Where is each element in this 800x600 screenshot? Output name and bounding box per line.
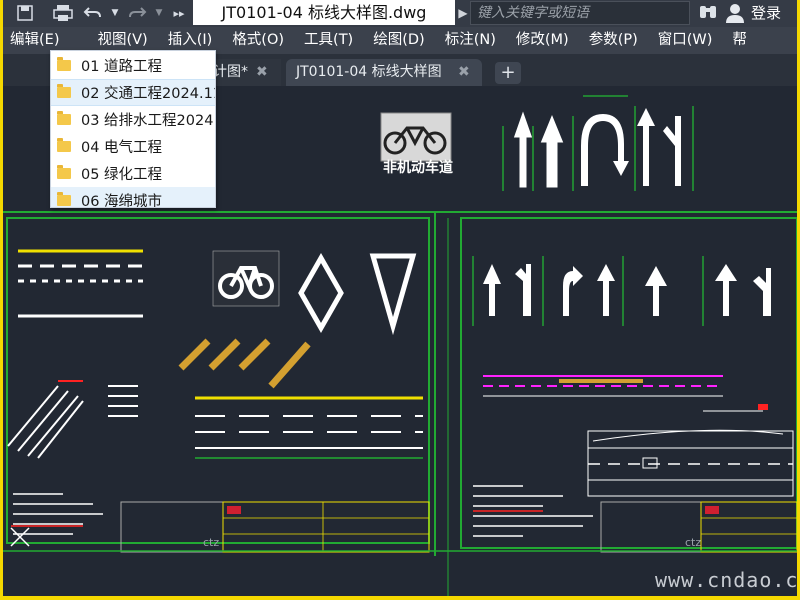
menu-tools[interactable]: 工具(T) bbox=[294, 27, 363, 54]
menu-help[interactable]: 帮 bbox=[722, 27, 757, 54]
user-icon[interactable] bbox=[725, 2, 745, 24]
login-link[interactable]: 登录 bbox=[751, 2, 781, 24]
folder-icon bbox=[57, 192, 71, 206]
top-arrow-markings bbox=[513, 108, 681, 188]
more-icon[interactable]: ▸▸ bbox=[167, 3, 191, 23]
folder-item-road[interactable]: 01 道路工程 bbox=[51, 52, 215, 79]
title-block-left bbox=[120, 501, 430, 553]
diagonal-hatch-marking bbox=[178, 338, 311, 389]
magenta-lane-lines bbox=[483, 375, 723, 397]
menu-dimension[interactable]: 标注(N) bbox=[435, 27, 506, 54]
folder-icon bbox=[57, 57, 71, 71]
tab-marking-detail[interactable]: JT0101-04 标线大样图 ✖ bbox=[286, 59, 482, 86]
print-icon[interactable] bbox=[51, 3, 75, 23]
autocad-window: ▼ ▼ ▸▸ JT0101-04 标线大样图.dwg ▶ 键入关键字或短语 登录… bbox=[3, 0, 797, 596]
lane-line-samples bbox=[18, 249, 143, 318]
add-tab-button[interactable]: + bbox=[495, 62, 521, 84]
folder-label: 01 道路工程 bbox=[81, 59, 163, 75]
diamond-marking bbox=[298, 252, 344, 334]
menu-format[interactable]: 格式(O) bbox=[222, 27, 294, 54]
road-section-right bbox=[587, 404, 794, 497]
folder-dropdown: 01 道路工程 02 交通工程2024.11 03 给排水工程2024.11 0… bbox=[50, 50, 216, 208]
binoculars-icon[interactable] bbox=[698, 3, 718, 23]
close-icon[interactable]: ✖ bbox=[256, 59, 268, 86]
bike-lane-label: 非机动车道 bbox=[383, 160, 453, 176]
redo-icon[interactable] bbox=[125, 3, 149, 23]
undo-icon[interactable] bbox=[81, 3, 105, 23]
close-icon[interactable]: ✖ bbox=[458, 59, 470, 86]
bike-symbol-large bbox=[212, 250, 280, 307]
dimension-lines bbox=[502, 95, 694, 191]
tab-label: 计图* bbox=[213, 64, 248, 80]
menu-parameters[interactable]: 参数(P) bbox=[579, 27, 648, 54]
folder-icon bbox=[57, 165, 71, 179]
folder-label: 05 绿化工程 bbox=[81, 167, 163, 183]
folder-label: 02 交通工程2024.11 bbox=[81, 86, 216, 102]
tab-label: JT0101-04 标线大样图 bbox=[296, 64, 442, 80]
folder-label: 04 电气工程 bbox=[81, 140, 163, 156]
ctz-label: ctz bbox=[203, 536, 220, 549]
folder-item-electrical[interactable]: 04 电气工程 bbox=[51, 133, 215, 160]
title-bar: ▼ ▼ ▸▸ JT0101-04 标线大样图.dwg ▶ 键入关键字或短语 登录 bbox=[3, 0, 797, 27]
crosswalk-left bbox=[7, 385, 138, 459]
notes-left bbox=[13, 493, 103, 535]
folder-item-greening[interactable]: 05 绿化工程 bbox=[51, 160, 215, 187]
document-title: JT0101-04 标线大样图.dwg bbox=[193, 0, 455, 25]
menu-draw[interactable]: 绘图(D) bbox=[363, 27, 434, 54]
bike-lane-sign bbox=[380, 112, 452, 162]
watermark: www.cndao.com bbox=[655, 568, 797, 592]
folder-icon bbox=[57, 138, 71, 152]
folder-icon bbox=[57, 84, 71, 98]
folder-label: 03 给排水工程2024.11 bbox=[81, 113, 215, 129]
folder-icon bbox=[57, 111, 71, 125]
folder-item-water[interactable]: 03 给排水工程2024.11 bbox=[51, 106, 215, 133]
folder-item-sponge-city[interactable]: 06 海绵城市 bbox=[51, 187, 215, 208]
save-icon[interactable] bbox=[13, 3, 37, 23]
undo-dropdown-icon[interactable]: ▼ bbox=[103, 3, 127, 23]
folder-label: 06 海绵城市 bbox=[81, 194, 163, 208]
search-expand-icon[interactable]: ▶ bbox=[456, 3, 470, 23]
folder-item-traffic[interactable]: 02 交通工程2024.11 bbox=[51, 79, 215, 106]
menu-window[interactable]: 窗口(W) bbox=[648, 27, 723, 54]
search-input[interactable]: 键入关键字或短语 bbox=[470, 1, 690, 25]
yield-triangle-marking bbox=[369, 253, 417, 336]
ctz-label: ctz bbox=[685, 536, 702, 549]
arrow-markings-right bbox=[483, 264, 771, 316]
menu-modify[interactable]: 修改(M) bbox=[506, 27, 579, 54]
road-section-left bbox=[195, 396, 423, 459]
